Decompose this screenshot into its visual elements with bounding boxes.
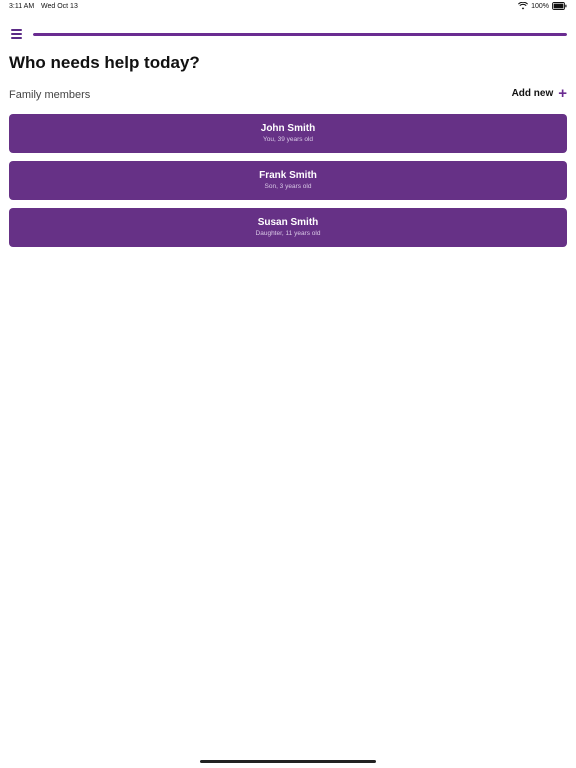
member-name: John Smith bbox=[260, 123, 316, 134]
wifi-icon bbox=[518, 2, 529, 10]
plus-icon: + bbox=[558, 84, 567, 102]
member-name: Susan Smith bbox=[257, 217, 319, 228]
progress-fill bbox=[33, 33, 567, 36]
member-detail: Son, 3 years old bbox=[264, 183, 312, 190]
hamburger-menu-icon[interactable] bbox=[11, 29, 23, 39]
family-members-label: Family members bbox=[9, 89, 91, 101]
status-indicators: 100% bbox=[518, 2, 567, 10]
member-name: Frank Smith bbox=[259, 170, 317, 181]
member-detail: Daughter, 11 years old bbox=[255, 230, 321, 237]
add-new-label: Add new bbox=[511, 88, 554, 99]
member-card-susan-smith[interactable]: Susan Smith Daughter, 11 years old bbox=[9, 208, 567, 247]
page-title: Who needs help today? bbox=[9, 53, 200, 72]
member-card-john-smith[interactable]: John Smith You, 39 years old bbox=[9, 114, 567, 153]
add-new-button[interactable]: Add new + bbox=[511, 84, 567, 102]
progress-bar bbox=[33, 33, 567, 36]
family-member-list: John Smith You, 39 years old Frank Smith… bbox=[9, 114, 567, 255]
status-date: Wed Oct 13 bbox=[41, 3, 78, 10]
member-card-frank-smith[interactable]: Frank Smith Son, 3 years old bbox=[9, 161, 567, 200]
status-time: 3:11 AM bbox=[9, 3, 35, 10]
status-bar: 3:11 AM Wed Oct 13 100% bbox=[0, 0, 576, 14]
battery-percentage: 100% bbox=[531, 2, 549, 10]
battery-icon bbox=[552, 2, 567, 10]
screen: 3:11 AM Wed Oct 13 100% Who needs help t… bbox=[0, 0, 576, 768]
member-detail: You, 39 years old bbox=[263, 136, 313, 143]
home-indicator[interactable] bbox=[200, 760, 376, 763]
